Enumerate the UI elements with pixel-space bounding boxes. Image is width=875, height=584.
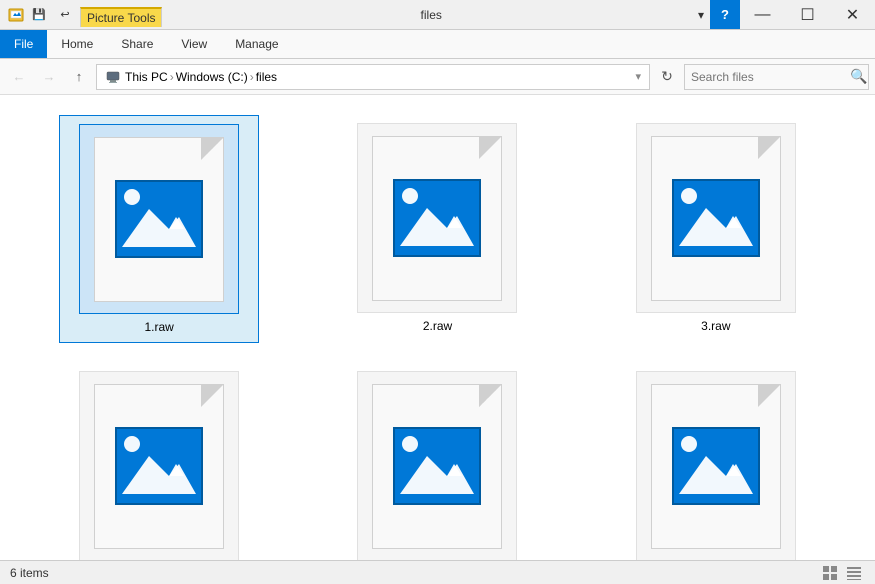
search-icon[interactable]: 🔍 bbox=[850, 68, 867, 85]
doc-corner bbox=[201, 385, 223, 407]
ribbon-context-label: Picture Tools bbox=[80, 7, 162, 27]
doc-corner bbox=[479, 385, 501, 407]
address-path[interactable]: This PC › Windows (C:) › files ▾ bbox=[96, 64, 650, 90]
doc-page bbox=[372, 136, 502, 301]
file-item-2[interactable]: 2.raw bbox=[337, 115, 537, 343]
file-item-5[interactable]: 5.raw bbox=[337, 363, 537, 560]
file-icon-wrap bbox=[636, 371, 796, 560]
path-windows-c[interactable]: Windows (C:) bbox=[176, 70, 248, 84]
tab-share[interactable]: Share bbox=[107, 30, 167, 58]
path-files[interactable]: files bbox=[256, 70, 277, 84]
large-icons-view-btn[interactable] bbox=[819, 564, 841, 582]
file-label: 1.raw bbox=[144, 320, 173, 334]
doc-corner bbox=[201, 138, 223, 160]
computer-icon bbox=[105, 69, 121, 85]
save-qs-btn[interactable]: 💾 bbox=[28, 4, 50, 26]
details-view-btn[interactable] bbox=[843, 564, 865, 582]
file-icon-wrap bbox=[79, 371, 239, 560]
file-icon-wrap bbox=[636, 123, 796, 313]
help-btn[interactable]: ? bbox=[710, 0, 740, 29]
file-icon-wrap bbox=[79, 124, 239, 314]
file-item-1[interactable]: 1.raw bbox=[59, 115, 259, 343]
file-item-6[interactable]: 6.raw bbox=[616, 363, 816, 560]
doc-page bbox=[651, 136, 781, 301]
path-dropdown-arrow[interactable]: ▾ bbox=[635, 70, 641, 83]
refresh-btn[interactable]: ↻ bbox=[654, 64, 680, 90]
doc-corner bbox=[758, 385, 780, 407]
tab-view[interactable]: View bbox=[167, 30, 221, 58]
doc-page bbox=[372, 384, 502, 549]
window-controls: — ☐ ✕ bbox=[740, 0, 875, 29]
title-bar: 💾 ↩ Picture Tools files ▾ ? — ☐ ✕ bbox=[0, 0, 875, 30]
file-icon-wrap bbox=[357, 123, 517, 313]
ribbon-collapse-btn[interactable]: ▾ bbox=[692, 0, 710, 29]
tab-file[interactable]: File bbox=[0, 30, 47, 58]
back-btn[interactable]: ← bbox=[6, 64, 32, 90]
forward-btn[interactable]: → bbox=[36, 64, 62, 90]
doc-corner bbox=[479, 137, 501, 159]
tab-manage[interactable]: Manage bbox=[221, 30, 292, 58]
view-toggles bbox=[819, 564, 865, 582]
path-sep-1: › bbox=[170, 70, 174, 84]
file-label: 3.raw bbox=[701, 319, 730, 333]
path-sep-2: › bbox=[250, 70, 254, 84]
address-bar: ← → ↑ This PC › Windows (C:) › files ▾ ↻… bbox=[0, 59, 875, 95]
file-item-4[interactable]: 4.raw bbox=[59, 363, 259, 560]
search-input[interactable] bbox=[691, 70, 846, 84]
tab-home[interactable]: Home bbox=[47, 30, 107, 58]
status-bar: 6 items bbox=[0, 560, 875, 584]
window-title: files bbox=[170, 0, 691, 29]
file-grid: 1.raw 2.raw 3.ra bbox=[0, 95, 875, 560]
ribbon: File Home Share View Manage bbox=[0, 30, 875, 59]
minimize-btn[interactable]: — bbox=[740, 0, 785, 29]
doc-page bbox=[651, 384, 781, 549]
path-this-pc[interactable]: This PC bbox=[125, 70, 168, 84]
ribbon-tabs: File Home Share View Manage bbox=[0, 30, 875, 58]
file-item-3[interactable]: 3.raw bbox=[616, 115, 816, 343]
doc-page bbox=[94, 137, 224, 302]
up-btn[interactable]: ↑ bbox=[66, 64, 92, 90]
title-bar-left: 💾 ↩ Picture Tools bbox=[0, 0, 170, 29]
doc-page bbox=[94, 384, 224, 549]
file-icon-wrap bbox=[357, 371, 517, 560]
file-label: 2.raw bbox=[423, 319, 452, 333]
search-box: 🔍 bbox=[684, 64, 869, 90]
doc-corner bbox=[758, 137, 780, 159]
undo-qs-btn[interactable]: ↩ bbox=[54, 4, 76, 26]
main-content: 1.raw 2.raw 3.ra bbox=[0, 95, 875, 560]
app-icon bbox=[8, 7, 24, 23]
item-count: 6 items bbox=[10, 566, 49, 580]
close-btn[interactable]: ✕ bbox=[830, 0, 875, 29]
maximize-btn[interactable]: ☐ bbox=[785, 0, 830, 29]
